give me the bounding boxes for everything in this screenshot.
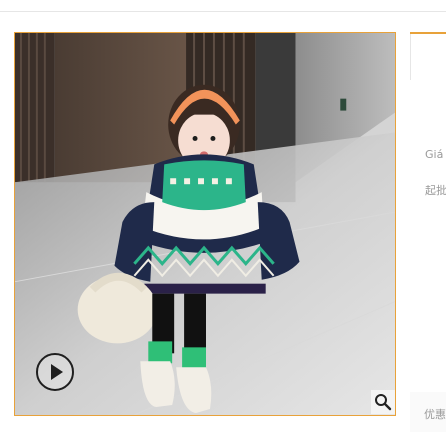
panel-header-box [410,34,446,80]
product-info-panel: Giá 起批 [410,32,446,446]
play-icon [51,364,63,380]
discount-label: 优惠 [424,408,446,421]
moq-label: 起批 [425,184,446,197]
product-image[interactable] [14,32,396,416]
zoom-button[interactable] [371,390,395,414]
product-photo [15,33,395,415]
price-label: Giá [425,148,444,161]
product-page: Giá 起批 优惠 [0,0,446,446]
zoom-icon [375,394,392,411]
top-divider [0,11,446,12]
play-video-button[interactable] [36,353,74,391]
